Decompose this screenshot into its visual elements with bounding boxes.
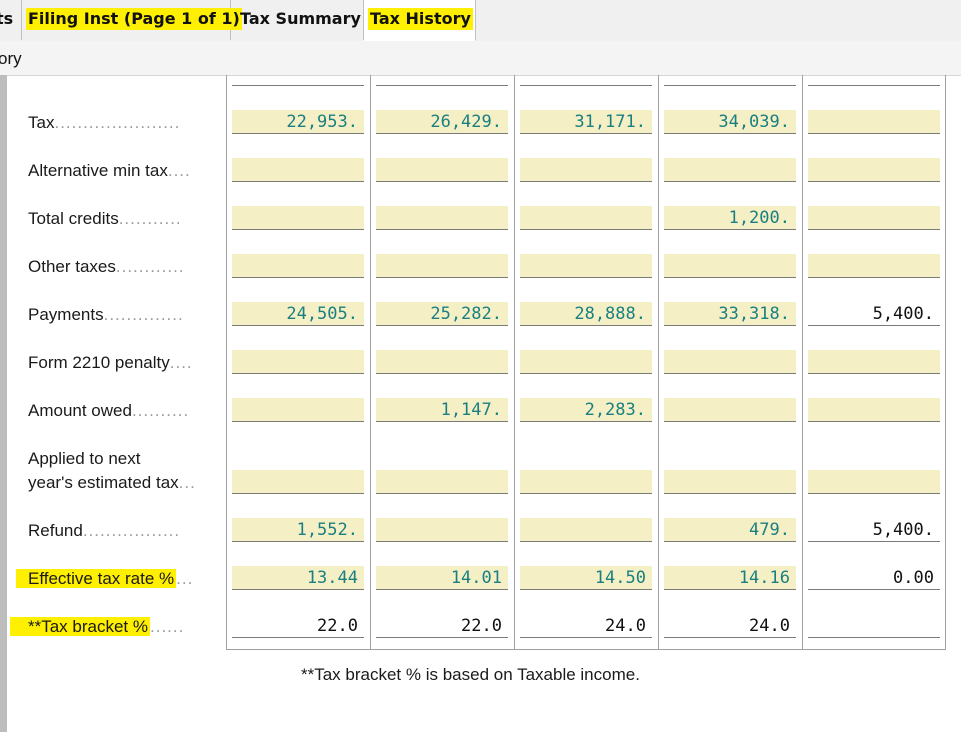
tax-cell[interactable]: 34,039. bbox=[664, 110, 796, 134]
row-label-payments: Payments.............. bbox=[28, 305, 184, 324]
tab-forms-label: ts bbox=[0, 9, 14, 28]
tax-cell[interactable]: 26,429. bbox=[376, 110, 508, 134]
alt-min-tax-cell[interactable] bbox=[376, 158, 508, 182]
other-taxes-cell[interactable] bbox=[808, 254, 940, 278]
penalty-cell[interactable] bbox=[664, 350, 796, 374]
payments-cell[interactable]: 5,400. bbox=[808, 302, 940, 326]
total-credits-cell[interactable] bbox=[520, 206, 652, 230]
column-divider bbox=[802, 75, 803, 650]
total-credits-cell[interactable]: 1,200. bbox=[664, 206, 796, 230]
amount-owed-cell[interactable] bbox=[664, 398, 796, 422]
amount-owed-cell[interactable] bbox=[808, 398, 940, 422]
tax-bracket-cell: 24.0 bbox=[520, 614, 652, 638]
subheader-title: ory bbox=[0, 49, 22, 68]
scrolled-row-cell bbox=[232, 66, 364, 86]
tab-tax-history-label: Tax History bbox=[368, 8, 473, 30]
scrolled-row-cell bbox=[520, 66, 652, 86]
effective-rate-cell: 14.50 bbox=[520, 566, 652, 590]
effective-rate-cell: 14.16 bbox=[664, 566, 796, 590]
total-credits-cell[interactable] bbox=[232, 206, 364, 230]
row-label-effective-tax-rate: Effective tax rate %... bbox=[16, 567, 193, 591]
applied-next-year-cell[interactable] bbox=[664, 470, 796, 494]
total-credits-cell[interactable] bbox=[376, 206, 508, 230]
applied-next-year-cell[interactable] bbox=[376, 470, 508, 494]
payments-cell[interactable]: 28,888. bbox=[520, 302, 652, 326]
other-taxes-cell[interactable] bbox=[520, 254, 652, 278]
tab-tax-history[interactable]: Tax History bbox=[364, 0, 476, 41]
amount-owed-cell[interactable] bbox=[232, 398, 364, 422]
applied-next-year-cell[interactable] bbox=[808, 470, 940, 494]
applied-next-year-cell[interactable] bbox=[232, 470, 364, 494]
row-label-tax: Tax...................... bbox=[28, 113, 181, 132]
penalty-cell[interactable] bbox=[808, 350, 940, 374]
scrolled-row-cell bbox=[808, 66, 940, 86]
effective-rate-cell: 13.44 bbox=[232, 566, 364, 590]
tab-filing-inst-label: Filing Inst (Page 1 of 1) bbox=[26, 8, 242, 30]
row-label-refund: Refund................. bbox=[28, 521, 181, 540]
total-credits-cell[interactable] bbox=[808, 206, 940, 230]
tax-cell[interactable] bbox=[808, 110, 940, 134]
tax-bracket-cell: 22.0 bbox=[232, 614, 364, 638]
refund-cell[interactable]: 479. bbox=[664, 518, 796, 542]
tab-tax-summary[interactable]: Tax Summary bbox=[231, 0, 364, 40]
tax-bracket-cell: 22.0 bbox=[376, 614, 508, 638]
row-label-alt-min-tax: Alternative min tax.... bbox=[28, 161, 191, 180]
row-label-tax-bracket: **Tax bracket %...... bbox=[10, 615, 184, 639]
other-taxes-cell[interactable] bbox=[376, 254, 508, 278]
penalty-cell[interactable] bbox=[232, 350, 364, 374]
tab-forms[interactable]: ts bbox=[0, 0, 22, 40]
penalty-cell[interactable] bbox=[520, 350, 652, 374]
tax-bracket-cell bbox=[808, 614, 940, 638]
refund-cell[interactable] bbox=[520, 518, 652, 542]
tab-bar: ts Filing Inst (Page 1 of 1) Tax Summary… bbox=[0, 0, 961, 42]
payments-cell[interactable]: 25,282. bbox=[376, 302, 508, 326]
refund-cell[interactable]: 1,552. bbox=[232, 518, 364, 542]
effective-rate-cell: 14.01 bbox=[376, 566, 508, 590]
refund-cell[interactable]: 5,400. bbox=[808, 518, 940, 542]
column-divider bbox=[658, 75, 659, 650]
row-label-total-credits: Total credits........... bbox=[28, 209, 182, 228]
other-taxes-cell[interactable] bbox=[664, 254, 796, 278]
alt-min-tax-cell[interactable] bbox=[808, 158, 940, 182]
other-taxes-cell[interactable] bbox=[232, 254, 364, 278]
amount-owed-cell[interactable]: 2,283. bbox=[520, 398, 652, 422]
left-border bbox=[0, 75, 7, 732]
scrolled-row-cell bbox=[376, 66, 508, 86]
amount-owed-cell[interactable]: 1,147. bbox=[376, 398, 508, 422]
tax-cell[interactable]: 22,953. bbox=[232, 110, 364, 134]
effective-rate-cell: 0.00 bbox=[808, 566, 940, 590]
payments-cell[interactable]: 24,505. bbox=[232, 302, 364, 326]
alt-min-tax-cell[interactable] bbox=[520, 158, 652, 182]
column-divider bbox=[514, 75, 515, 650]
row-label-amount-owed: Amount owed.......... bbox=[28, 401, 190, 420]
payments-cell[interactable]: 33,318. bbox=[664, 302, 796, 326]
row-label-applied-next-year-line2: year's estimated tax... bbox=[28, 473, 196, 492]
refund-cell[interactable] bbox=[376, 518, 508, 542]
row-label-form-2210-penalty: Form 2210 penalty.... bbox=[28, 353, 193, 372]
tax-bracket-cell: 24.0 bbox=[664, 614, 796, 638]
tab-tax-summary-label: Tax Summary bbox=[240, 9, 361, 28]
alt-min-tax-cell[interactable] bbox=[232, 158, 364, 182]
penalty-cell[interactable] bbox=[376, 350, 508, 374]
alt-min-tax-cell[interactable] bbox=[664, 158, 796, 182]
footnote: **Tax bracket % is based on Taxable inco… bbox=[301, 665, 640, 684]
column-divider bbox=[370, 75, 371, 650]
tax-cell[interactable]: 31,171. bbox=[520, 110, 652, 134]
row-label-applied-next-year: Applied to next bbox=[28, 449, 141, 468]
applied-next-year-cell[interactable] bbox=[520, 470, 652, 494]
tab-filing-inst[interactable]: Filing Inst (Page 1 of 1) bbox=[22, 0, 242, 40]
row-label-other-taxes: Other taxes............ bbox=[28, 257, 185, 276]
scrolled-row-cell bbox=[664, 66, 796, 86]
